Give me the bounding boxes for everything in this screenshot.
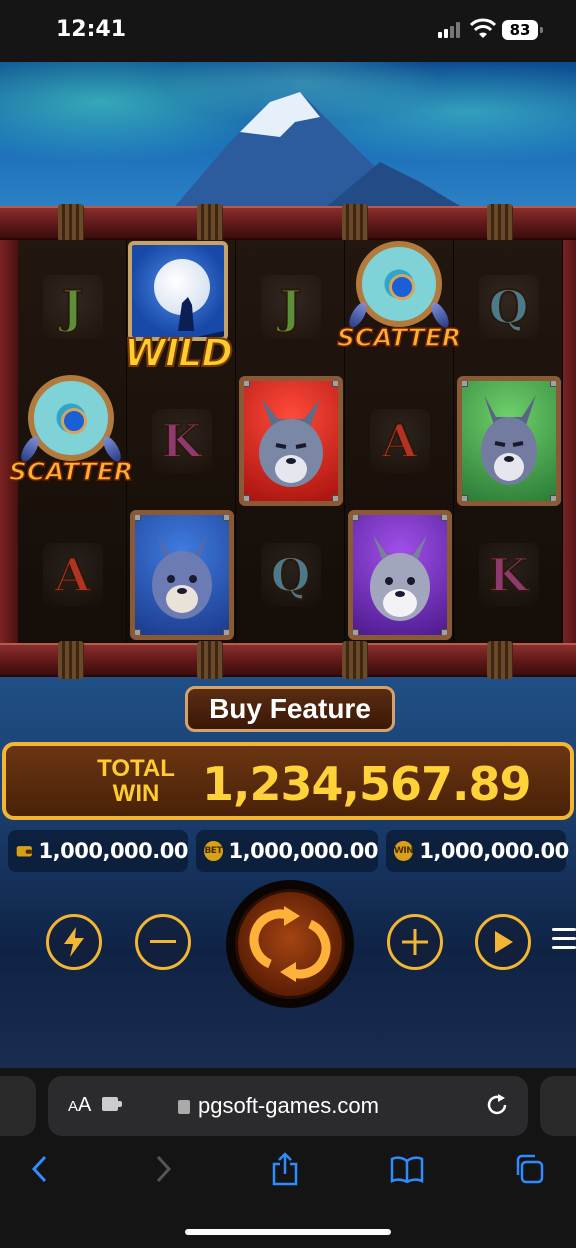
balance-value: 1,000,000.00 bbox=[38, 839, 189, 863]
turbo-button[interactable] bbox=[46, 914, 102, 970]
book-icon bbox=[390, 1156, 424, 1183]
back-button[interactable] bbox=[22, 1152, 56, 1186]
symbol-wild: WILD bbox=[118, 240, 238, 376]
win-display: WIN 1,000,000.00 bbox=[386, 830, 569, 872]
extension-icon bbox=[101, 1097, 122, 1111]
browser-chrome: AA pgsoft-games.com bbox=[0, 1068, 576, 1248]
total-win-value: 1,234,567.89 bbox=[202, 757, 531, 811]
lock-icon bbox=[178, 1100, 190, 1114]
symbol-wolf-blue bbox=[127, 508, 236, 642]
lightning-icon bbox=[64, 927, 84, 957]
autoplay-button[interactable] bbox=[475, 914, 531, 970]
previous-tab-peek[interactable] bbox=[0, 1076, 36, 1136]
tabs-button[interactable] bbox=[512, 1152, 546, 1186]
castle-landscape-background bbox=[0, 677, 576, 1068]
battery-indicator: 83 bbox=[502, 20, 543, 40]
bet-icon: BET bbox=[204, 841, 223, 861]
spin-button-container bbox=[226, 880, 354, 1008]
mountain-background bbox=[170, 92, 470, 212]
clock: 12:41 bbox=[56, 17, 127, 42]
symbol-j: J bbox=[236, 240, 345, 374]
symbol-wolf-green bbox=[454, 374, 563, 508]
address-bar[interactable]: AA pgsoft-games.com bbox=[48, 1076, 528, 1136]
plus-icon bbox=[402, 929, 428, 955]
symbol-wolf-red bbox=[236, 374, 345, 508]
reload-icon[interactable] bbox=[484, 1092, 510, 1118]
next-tab-peek[interactable] bbox=[540, 1076, 576, 1136]
play-icon bbox=[495, 931, 513, 953]
wallet-icon bbox=[16, 846, 32, 857]
share-icon bbox=[272, 1152, 298, 1186]
wifi-icon bbox=[470, 18, 496, 38]
bet-value: 1,000,000.00 bbox=[228, 839, 379, 863]
symbol-q: Q bbox=[236, 508, 345, 642]
decrease-bet-button[interactable] bbox=[135, 914, 191, 970]
spin-button[interactable] bbox=[235, 889, 345, 999]
chevron-right-icon bbox=[156, 1155, 172, 1183]
spin-arrows-icon bbox=[249, 906, 331, 982]
symbol-scatter: SCATTER bbox=[334, 240, 464, 374]
symbol-a: A bbox=[18, 508, 127, 642]
symbol-q: Q bbox=[454, 240, 563, 374]
status-bar: 12:41 83 bbox=[0, 0, 576, 62]
cellular-signal-icon bbox=[438, 22, 464, 38]
reel-frame-right bbox=[562, 240, 576, 643]
reel-frame-bottom bbox=[0, 641, 576, 679]
increase-bet-button[interactable] bbox=[387, 914, 443, 970]
win-value: 1,000,000.00 bbox=[419, 839, 569, 863]
bet-display: BET 1,000,000.00 bbox=[196, 830, 379, 872]
menu-button[interactable] bbox=[552, 928, 576, 954]
buy-feature-button[interactable]: Buy Feature bbox=[185, 686, 395, 732]
symbol-wolf-purple bbox=[345, 508, 454, 642]
symbol-j: J bbox=[18, 240, 127, 374]
total-win-panel: TOTAL WIN 1,234,567.89 bbox=[2, 742, 574, 820]
url-text: pgsoft-games.com bbox=[178, 1093, 379, 1119]
home-indicator bbox=[185, 1229, 391, 1235]
win-icon: WIN bbox=[394, 841, 414, 861]
symbol-k: K bbox=[127, 374, 236, 508]
symbol-scatter: SCATTER bbox=[4, 374, 138, 508]
reader-options-button[interactable]: AA bbox=[68, 1094, 124, 1117]
bookmarks-button[interactable] bbox=[390, 1152, 424, 1186]
forward-button[interactable] bbox=[147, 1152, 181, 1186]
chevron-left-icon bbox=[31, 1155, 47, 1183]
balance-display: 1,000,000.00 bbox=[8, 830, 189, 872]
share-button[interactable] bbox=[268, 1152, 302, 1186]
tabs-icon bbox=[516, 1154, 544, 1184]
symbol-a: A bbox=[345, 374, 454, 508]
total-win-label: TOTAL WIN bbox=[97, 755, 175, 807]
minus-icon bbox=[150, 940, 176, 943]
symbol-k: K bbox=[454, 508, 563, 642]
reel-frame-top bbox=[0, 204, 576, 242]
